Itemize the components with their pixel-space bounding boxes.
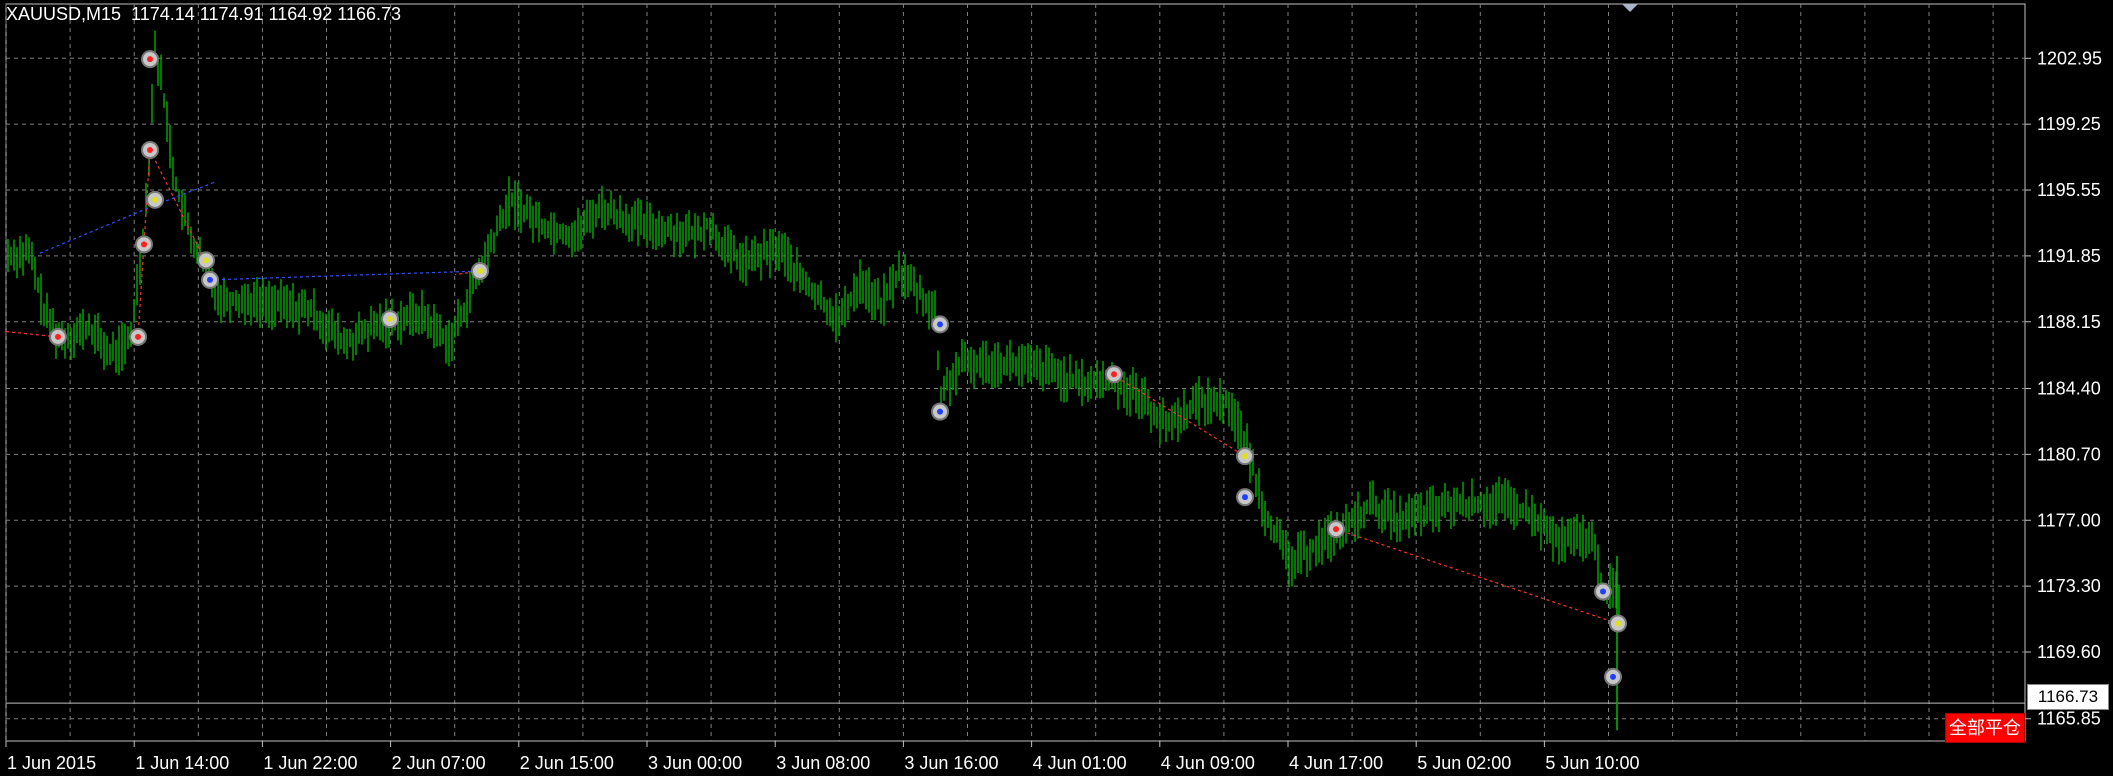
trade-marker-dot xyxy=(152,196,158,203)
y-tick-label: 1195.55 xyxy=(2037,180,2101,200)
trade-marker-dot xyxy=(937,321,943,328)
x-tick-label: 2 Jun 15:00 xyxy=(520,753,614,773)
trade-marker-dot xyxy=(1600,588,1606,595)
y-tick-label: 1177.00 xyxy=(2037,510,2101,530)
price-chart[interactable]: 1202.95 1199.25 1195.55 1191.85 1188.15 1184.… xyxy=(0,0,2113,776)
current-price-tag: 1166.73 xyxy=(2027,684,2109,710)
y-tick-label: 1173.30 xyxy=(2037,576,2101,596)
sell-trade-line xyxy=(1335,528,1619,625)
low-value: 1164.92 xyxy=(268,4,333,24)
open-value: 1174.14 xyxy=(131,4,195,24)
close-all-button[interactable]: 全部平仓 xyxy=(1945,713,2025,743)
x-tick-label: 1 Jun 22:00 xyxy=(263,753,357,773)
x-tick-label: 4 Jun 17:00 xyxy=(1289,753,1383,773)
trade-marker-dot xyxy=(1610,673,1616,680)
x-tick-label: 2 Jun 07:00 xyxy=(392,753,486,773)
x-tick-label: 3 Jun 08:00 xyxy=(776,753,870,773)
y-tick-label: 1188.15 xyxy=(2037,312,2101,332)
sell-trade-line xyxy=(1111,373,1246,457)
x-tick-label: 3 Jun 00:00 xyxy=(648,753,742,773)
y-tick-label: 1169.60 xyxy=(2037,642,2101,662)
trade-marker-dot xyxy=(135,333,141,340)
y-tick-label: 1202.95 xyxy=(2037,48,2102,68)
trade-marker-dot xyxy=(1333,526,1339,533)
y-tick-label: 1180.70 xyxy=(2037,444,2101,464)
x-tick-label: 1 Jun 2015 xyxy=(7,753,96,773)
trade-marker-dot xyxy=(147,146,153,153)
trade-marker-dot xyxy=(387,316,393,323)
y-tick-label: 1184.40 xyxy=(2037,379,2101,399)
high-value: 1174.91 xyxy=(199,4,264,24)
trade-marker-dot xyxy=(1615,620,1621,627)
x-tick-label: 5 Jun 10:00 xyxy=(1545,753,1639,773)
y-tick-label: 1191.85 xyxy=(2037,246,2101,266)
x-tick-label: 4 Jun 09:00 xyxy=(1161,753,1255,773)
trade-marker-dot xyxy=(1242,494,1248,501)
y-tick-label: 1165.85 xyxy=(2037,709,2101,729)
x-tick-label: 1 Jun 14:00 xyxy=(135,753,229,773)
trade-marker-dot xyxy=(207,276,213,283)
trade-marker-dot xyxy=(1111,371,1117,378)
trade-marker-dot xyxy=(937,408,943,415)
x-tick-label: 5 Jun 02:00 xyxy=(1417,753,1511,773)
trade-marker-dot xyxy=(1242,453,1248,460)
x-tick-label: 3 Jun 16:00 xyxy=(904,753,998,773)
trade-marker-dot xyxy=(203,257,209,264)
x-tick-label: 4 Jun 01:00 xyxy=(1033,753,1127,773)
symbol-label: XAUUSD,M15 xyxy=(6,4,122,24)
chart-header: XAUUSD,M15 1174.14 1174.91 1164.92 1166.… xyxy=(6,4,401,25)
trade-marker-dot xyxy=(477,268,483,275)
trade-marker-dot xyxy=(141,241,147,248)
trade-marker-dot xyxy=(55,333,61,340)
trade-marker-dot xyxy=(147,56,153,63)
close-value: 1166.73 xyxy=(337,4,402,24)
shift-marker xyxy=(1622,4,1638,12)
y-tick-label: 1199.25 xyxy=(2037,114,2101,134)
buy-trade-line xyxy=(209,270,481,281)
